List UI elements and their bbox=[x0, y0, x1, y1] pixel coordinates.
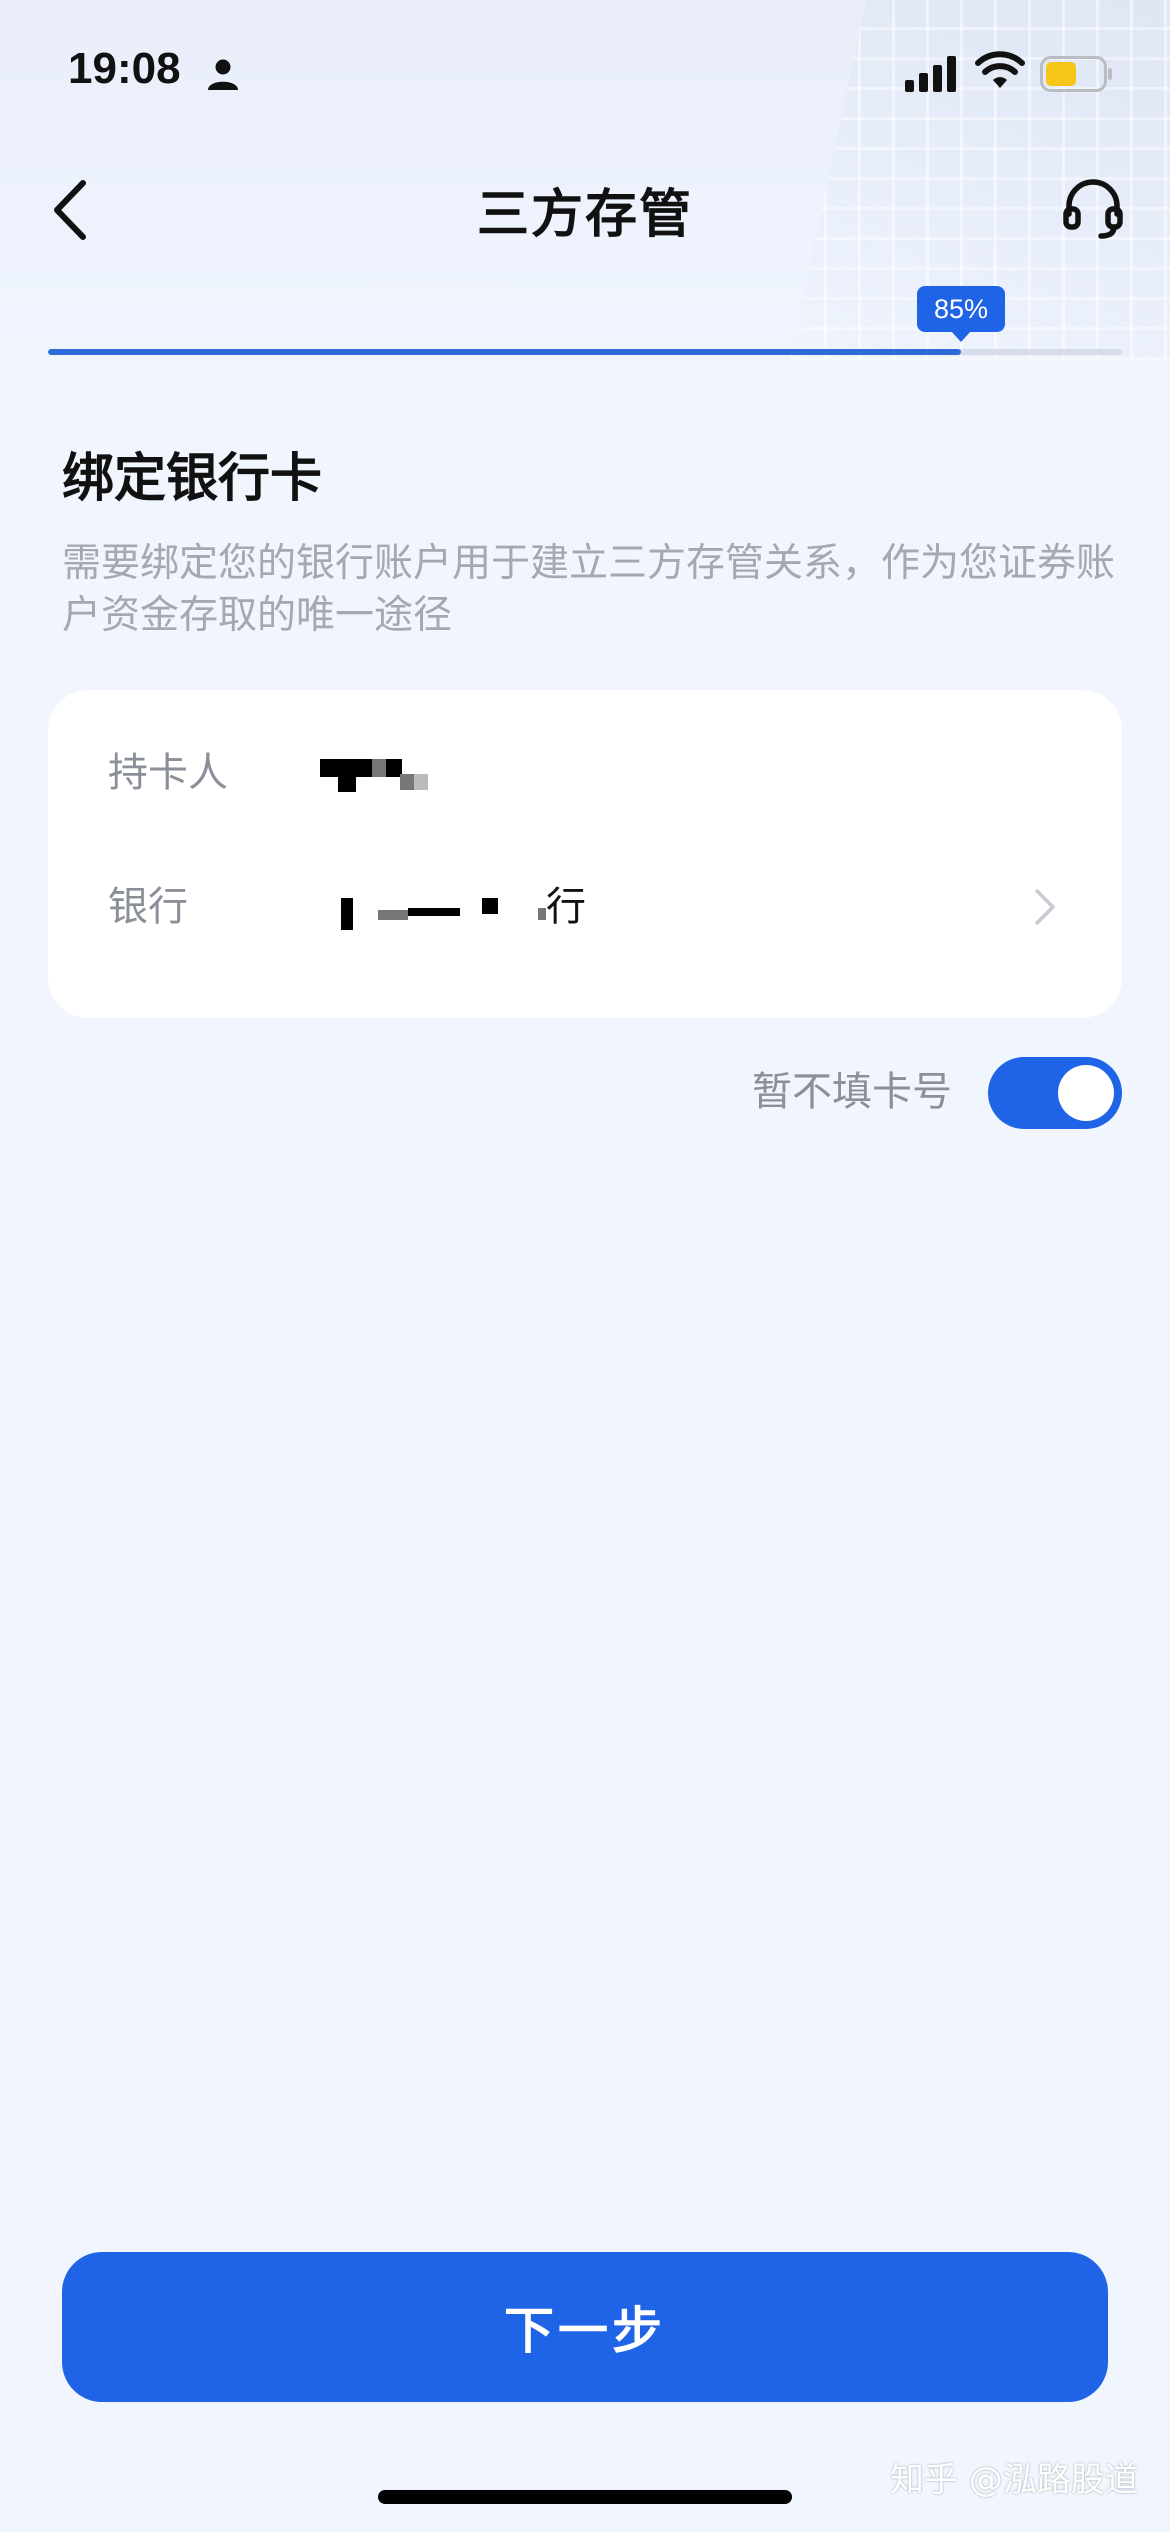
wifi-icon bbox=[975, 51, 1025, 88]
battery-icon bbox=[1040, 56, 1112, 92]
status-bar: 19:08 bbox=[0, 0, 1170, 150]
home-indicator bbox=[378, 2490, 792, 2504]
page-title: 三方存管 bbox=[476, 185, 693, 245]
progress-bar bbox=[48, 349, 1122, 355]
progress-badge: 85% bbox=[917, 286, 1005, 342]
section-title: 绑定银行卡 bbox=[62, 449, 323, 509]
cardholder-row: 持卡人 bbox=[48, 708, 1122, 838]
chevron-right-icon bbox=[1035, 889, 1055, 925]
skip-card-number-toggle[interactable] bbox=[988, 1057, 1122, 1129]
status-time: 19:08 bbox=[68, 44, 181, 93]
headset-icon bbox=[1063, 179, 1123, 239]
person-icon bbox=[208, 59, 238, 90]
bank-info-card: 持卡人 银行 行 bbox=[48, 690, 1122, 1018]
section-description: 需要绑定您的银行账户用于建立三方存管关系，作为您证券账户资金存取的唯一途径 bbox=[62, 541, 1116, 638]
next-step-button[interactable]: 下一步 bbox=[62, 2252, 1108, 2402]
customer-service-button[interactable] bbox=[1055, 170, 1131, 246]
bank-row[interactable]: 银行 行 bbox=[48, 842, 1122, 972]
bank-value: 行 bbox=[546, 884, 586, 930]
watermark: 知乎 @泓路股道 bbox=[890, 2460, 1139, 2500]
skip-card-number-label: 暂不填卡号 bbox=[752, 1069, 952, 1115]
bank-label: 银行 bbox=[108, 884, 188, 930]
progress-fill bbox=[48, 349, 961, 355]
toggle-knob bbox=[1058, 1065, 1114, 1121]
cardholder-label: 持卡人 bbox=[108, 750, 228, 796]
signal-icon bbox=[905, 56, 956, 92]
